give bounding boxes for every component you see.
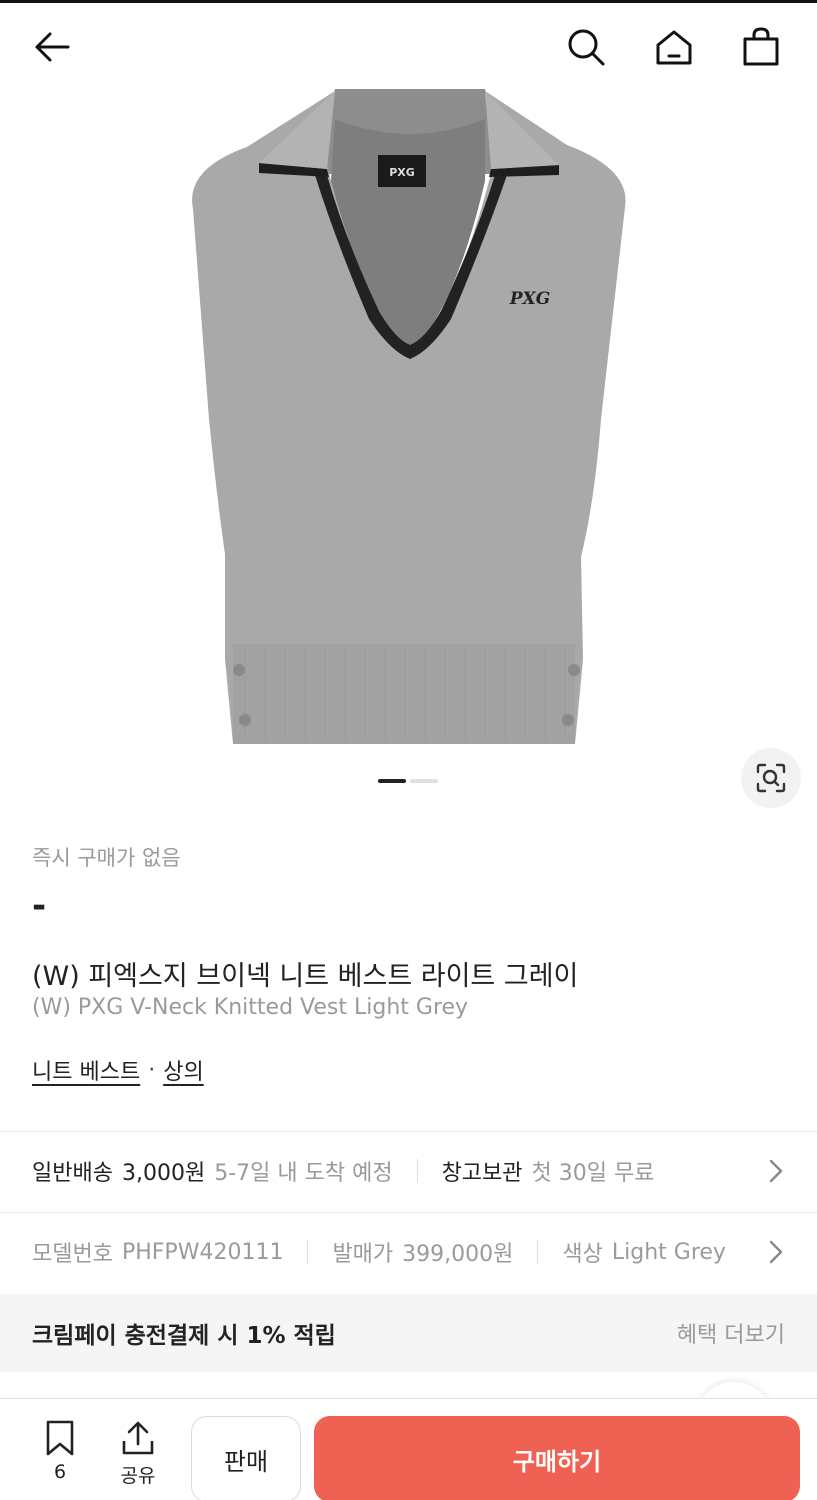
benefit-banner[interactable]: 크림페이 충전결제 시 1% 적립 혜택 더보기: [0, 1294, 817, 1372]
product-details-row[interactable]: 모델번호 PHFPW420111 발매가 399,000원 색상 Light G…: [32, 1231, 752, 1273]
product-title-english: (W) PXG V-Neck Knitted Vest Light Grey: [32, 995, 469, 1020]
row-separator: [416, 1159, 418, 1183]
product-title-korean: (W) 피엑스지 브이넥 니트 베스트 라이트 그레이: [32, 961, 579, 992]
shipping-label: 일반배송: [32, 1161, 113, 1186]
carousel-dot: [410, 779, 438, 783]
shipping-fee: 3,000원: [121, 1161, 206, 1186]
product-image: PXG PXG: [192, 89, 626, 744]
bookmark-button[interactable]: 6: [30, 1419, 90, 1483]
product-info: 즉시 구매가 없음 - (W) 피엑스지 브이넥 니트 베스트 라이트 그레이 …: [32, 842, 792, 1085]
row-separator: [537, 1240, 539, 1264]
shopping-bag-icon: [743, 27, 779, 66]
back-button[interactable]: [28, 23, 76, 71]
benefit-more-link[interactable]: 혜택 더보기: [677, 1317, 785, 1349]
color-label: 색상: [562, 1242, 603, 1267]
carousel-dot: [378, 779, 406, 783]
search-icon: [568, 29, 605, 66]
model-number-label: 모델번호: [32, 1242, 113, 1267]
shipping-row[interactable]: 일반배송 3,000원 5-7일 내 도착 예정 창고보관 첫 30일 무료: [32, 1150, 792, 1192]
home-button[interactable]: [650, 23, 698, 71]
bookmark-icon: [46, 1420, 74, 1456]
share-label: 공유: [120, 1465, 156, 1487]
share-button[interactable]: 공유: [108, 1419, 168, 1488]
image-search-button[interactable]: [741, 748, 801, 808]
buy-button[interactable]: 구매하기: [314, 1416, 800, 1500]
sell-button[interactable]: 판매: [191, 1416, 301, 1500]
shipping-eta: 5-7일 내 도착 예정: [214, 1161, 393, 1186]
carousel-indicator: [378, 779, 438, 783]
storage-value: 첫 30일 무료: [531, 1161, 655, 1186]
benefit-label: 크림페이 충전결제 시 1% 적립: [32, 1323, 336, 1349]
category-link-top[interactable]: 상의: [163, 1054, 203, 1086]
home-icon: [656, 30, 692, 65]
color-value: Light Grey: [611, 1239, 726, 1265]
price: -: [32, 886, 47, 926]
shopping-bag-button[interactable]: [737, 23, 785, 71]
storage-label: 창고보관: [441, 1161, 523, 1186]
bottom-action-bar: 6 공유 판매 구매하기: [0, 1398, 817, 1500]
image-search-icon: [756, 763, 786, 793]
bookmark-count: 6: [53, 1461, 67, 1483]
divider: [0, 1212, 817, 1213]
category-link-knit-vest[interactable]: 니트 베스트: [32, 1054, 140, 1086]
top-navigation-bar: [0, 3, 817, 89]
product-image-gallery[interactable]: PXG PXG: [0, 89, 817, 809]
search-button[interactable]: [562, 23, 610, 71]
divider: [0, 1131, 817, 1132]
svg-text:PXG: PXG: [389, 166, 415, 179]
share-icon: [122, 1421, 154, 1455]
category-separator: ·: [148, 1057, 156, 1083]
chevron-right-icon: [769, 1159, 783, 1183]
chevron-right-icon[interactable]: [766, 1238, 786, 1266]
release-price-value: 399,000원: [402, 1242, 514, 1267]
svg-text:PXG: PXG: [509, 289, 551, 309]
instant-buy-label: 즉시 구매가 없음: [32, 846, 181, 870]
category-breadcrumb: 니트 베스트 · 상의: [32, 1054, 204, 1086]
arrow-left-icon: [35, 32, 70, 62]
row-separator: [307, 1240, 309, 1264]
model-number-value: PHFPW420111: [121, 1239, 284, 1265]
release-price-label: 발매가: [332, 1242, 394, 1267]
